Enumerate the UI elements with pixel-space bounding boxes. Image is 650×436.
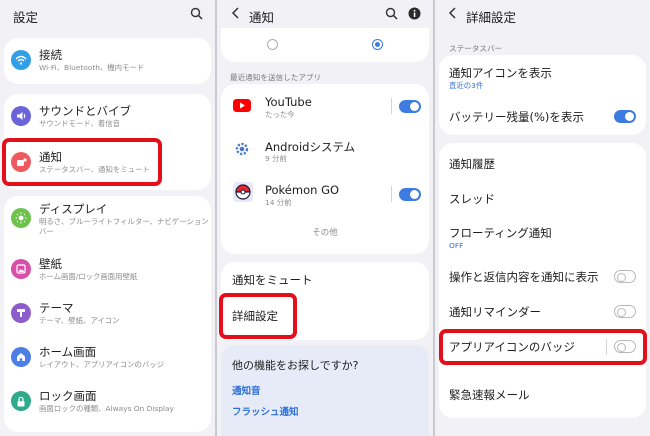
- notif-style-card: [221, 28, 429, 62]
- back-arrow-icon[interactable]: [444, 5, 460, 21]
- show-notification-icons-item[interactable]: 通知アイコンを表示 直近の3件: [439, 55, 646, 95]
- app-time: 14 分前: [265, 198, 292, 207]
- settings-item-title: ホーム画面: [39, 345, 97, 359]
- pokeball-icon: [233, 182, 253, 202]
- item-subtitle: 直近の3件: [449, 81, 484, 90]
- mute-notifications-item[interactable]: 通知をミュート: [232, 272, 313, 288]
- app-name: Pokémon GO: [265, 183, 340, 197]
- link-notification-sound[interactable]: 通知音: [232, 383, 261, 397]
- app-time: 9 分前: [265, 154, 287, 163]
- settings-item-title: 接続: [39, 48, 62, 62]
- battery-percentage-toggle[interactable]: [614, 110, 636, 123]
- looking-for-title: 他の機能をお探しですか?: [232, 359, 359, 372]
- info-icon[interactable]: [406, 5, 422, 21]
- settings-item-sound[interactable]: サウンドとバイブ サウンドモード、着信音: [4, 94, 211, 140]
- settings-item-subtitle: 画面ロックの種類、Always On Display: [39, 404, 174, 413]
- app-row-youtube[interactable]: YouTube たった今: [221, 84, 429, 128]
- app-time: たった今: [265, 110, 295, 119]
- connections-card: 接続 Wi-Fi、Bluetooth、機内モード: [4, 38, 211, 84]
- wifi-icon: [11, 50, 31, 70]
- settings-item-subtitle: ホーム画面/ロック画面用壁紙: [39, 272, 138, 281]
- battery-percentage-item[interactable]: バッテリー残量(%)を表示: [439, 95, 646, 135]
- settings-item-display[interactable]: ディスプレイ 明るさ、ブルーライトフィルター、ナビゲーションバー: [4, 196, 211, 250]
- wallpaper-icon: [11, 259, 31, 279]
- home-icon: [11, 347, 31, 367]
- page-title: 通知: [249, 10, 275, 25]
- settings-item-subtitle: レイアウト、アプリアイコンのバッジ: [39, 360, 165, 369]
- item-subtitle: OFF: [449, 241, 464, 250]
- settings-item-subtitle: テーマ、壁紙、アイコン: [39, 316, 120, 325]
- settings-item-home-screen[interactable]: ホーム画面 レイアウト、アプリアイコンのバッジ: [4, 338, 211, 382]
- settings-item-lock-screen[interactable]: ロック画面 画面ロックの種類、Always On Display: [4, 382, 211, 426]
- advanced-header: 詳細設定: [435, 0, 650, 28]
- pokemon-go-toggle[interactable]: [399, 188, 421, 201]
- settings-item-wallpaper[interactable]: 壁紙 ホーム画面/ロック画面用壁紙: [4, 250, 211, 294]
- show-actions-item[interactable]: 操作と返信内容を通知に表示: [439, 261, 646, 295]
- settings-item-title: ディスプレイ: [39, 202, 108, 216]
- app-name: YouTube: [265, 95, 312, 109]
- app-row-pokemon-go[interactable]: Pokémon GO 14 分前: [221, 172, 429, 216]
- status-bar-card: 通知アイコンを表示 直近の3件 バッテリー残量(%)を表示: [439, 55, 646, 135]
- threads-item[interactable]: スレッド: [449, 191, 495, 207]
- youtube-icon: [233, 97, 251, 112]
- section-label: ステータスバー: [449, 44, 503, 53]
- display-icon: [11, 208, 31, 228]
- settings-item-subtitle: サウンドモード、着信音: [39, 119, 121, 128]
- highlight-notifications: [2, 138, 162, 186]
- app-row-android-system[interactable]: Androidシステム 9 分前: [221, 128, 429, 172]
- settings-item-subtitle: Wi-Fi、Bluetooth、機内モード: [39, 63, 145, 72]
- link-flash-notification[interactable]: フラッシュ通知: [232, 404, 299, 418]
- separator: [391, 186, 392, 202]
- back-arrow-icon[interactable]: [227, 5, 243, 21]
- separator: [391, 98, 392, 114]
- settings-item-title: テーマ: [39, 301, 74, 315]
- advanced-panel: 詳細設定 ステータスバー 通知アイコンを表示 直近の3件 バッテリー残量(%)を…: [435, 0, 650, 436]
- recent-apps-card: YouTube たった今 Androidシステム 9 分前 Pokémon GO…: [221, 84, 429, 254]
- display-card: ディスプレイ 明るさ、ブルーライトフィルター、ナビゲーションバー 壁紙 ホーム画…: [4, 196, 211, 432]
- floating-notifications-item[interactable]: フローティング通知 OFF: [439, 219, 646, 259]
- page-title: 詳細設定: [466, 10, 517, 25]
- settings-item-connections[interactable]: 接続 Wi-Fi、Bluetooth、機内モード: [4, 38, 211, 84]
- emergency-alerts-item[interactable]: 緊急速報メール: [449, 387, 530, 403]
- notifications-panel: 通知 最近通知を送信したアプリ YouTube たった今 Androidシステム: [217, 0, 433, 436]
- youtube-toggle[interactable]: [399, 100, 421, 113]
- android-gear-icon: [234, 141, 250, 157]
- settings-item-title: ロック画面: [39, 389, 97, 403]
- speaker-icon: [11, 106, 31, 126]
- highlight-advanced: [219, 293, 297, 339]
- item-title: 通知アイコンを表示: [449, 66, 552, 80]
- section-label: 最近通知を送信したアプリ: [230, 73, 322, 82]
- looking-for-card: 他の機能をお探しですか? 通知音 フラッシュ通知: [221, 345, 429, 436]
- settings-item-subtitle: 明るさ、ブルーライトフィルター、ナビゲーションバー: [39, 217, 209, 236]
- item-title: 操作と返信内容を通知に表示: [449, 270, 599, 284]
- app-name: Androidシステム: [265, 140, 356, 154]
- settings-header: 設定: [0, 0, 215, 28]
- lock-icon: [11, 391, 31, 411]
- item-title: バッテリー残量(%)を表示: [449, 110, 584, 124]
- settings-item-title: サウンドとバイブ: [39, 104, 131, 118]
- notification-reminder-toggle[interactable]: [614, 305, 636, 318]
- item-title: フローティング通知: [449, 226, 552, 240]
- search-icon[interactable]: [383, 5, 399, 21]
- show-actions-toggle[interactable]: [614, 270, 636, 283]
- settings-item-title: 壁紙: [39, 257, 62, 271]
- highlight-app-icon-badges: [439, 329, 647, 365]
- page-title: 設定: [13, 10, 39, 25]
- more-apps-link[interactable]: その他: [221, 226, 429, 238]
- notification-history-item[interactable]: 通知履歴: [449, 156, 495, 172]
- settings-panel: 設定 接続 Wi-Fi、Bluetooth、機内モード サウンドとバイブ サウン…: [0, 0, 215, 436]
- notif-style-radio-1[interactable]: [267, 39, 278, 50]
- notifications-header: 通知: [217, 0, 433, 28]
- settings-item-themes[interactable]: テーマ テーマ、壁紙、アイコン: [4, 294, 211, 338]
- theme-icon: [11, 303, 31, 323]
- advanced-options-card: 通知履歴 スレッド フローティング通知 OFF 操作と返信内容を通知に表示 通知…: [439, 143, 646, 418]
- search-icon[interactable]: [188, 5, 204, 21]
- notification-reminder-item[interactable]: 通知リマインダー: [439, 295, 646, 329]
- item-title: 通知リマインダー: [449, 305, 541, 319]
- notif-style-radio-2[interactable]: [372, 39, 383, 50]
